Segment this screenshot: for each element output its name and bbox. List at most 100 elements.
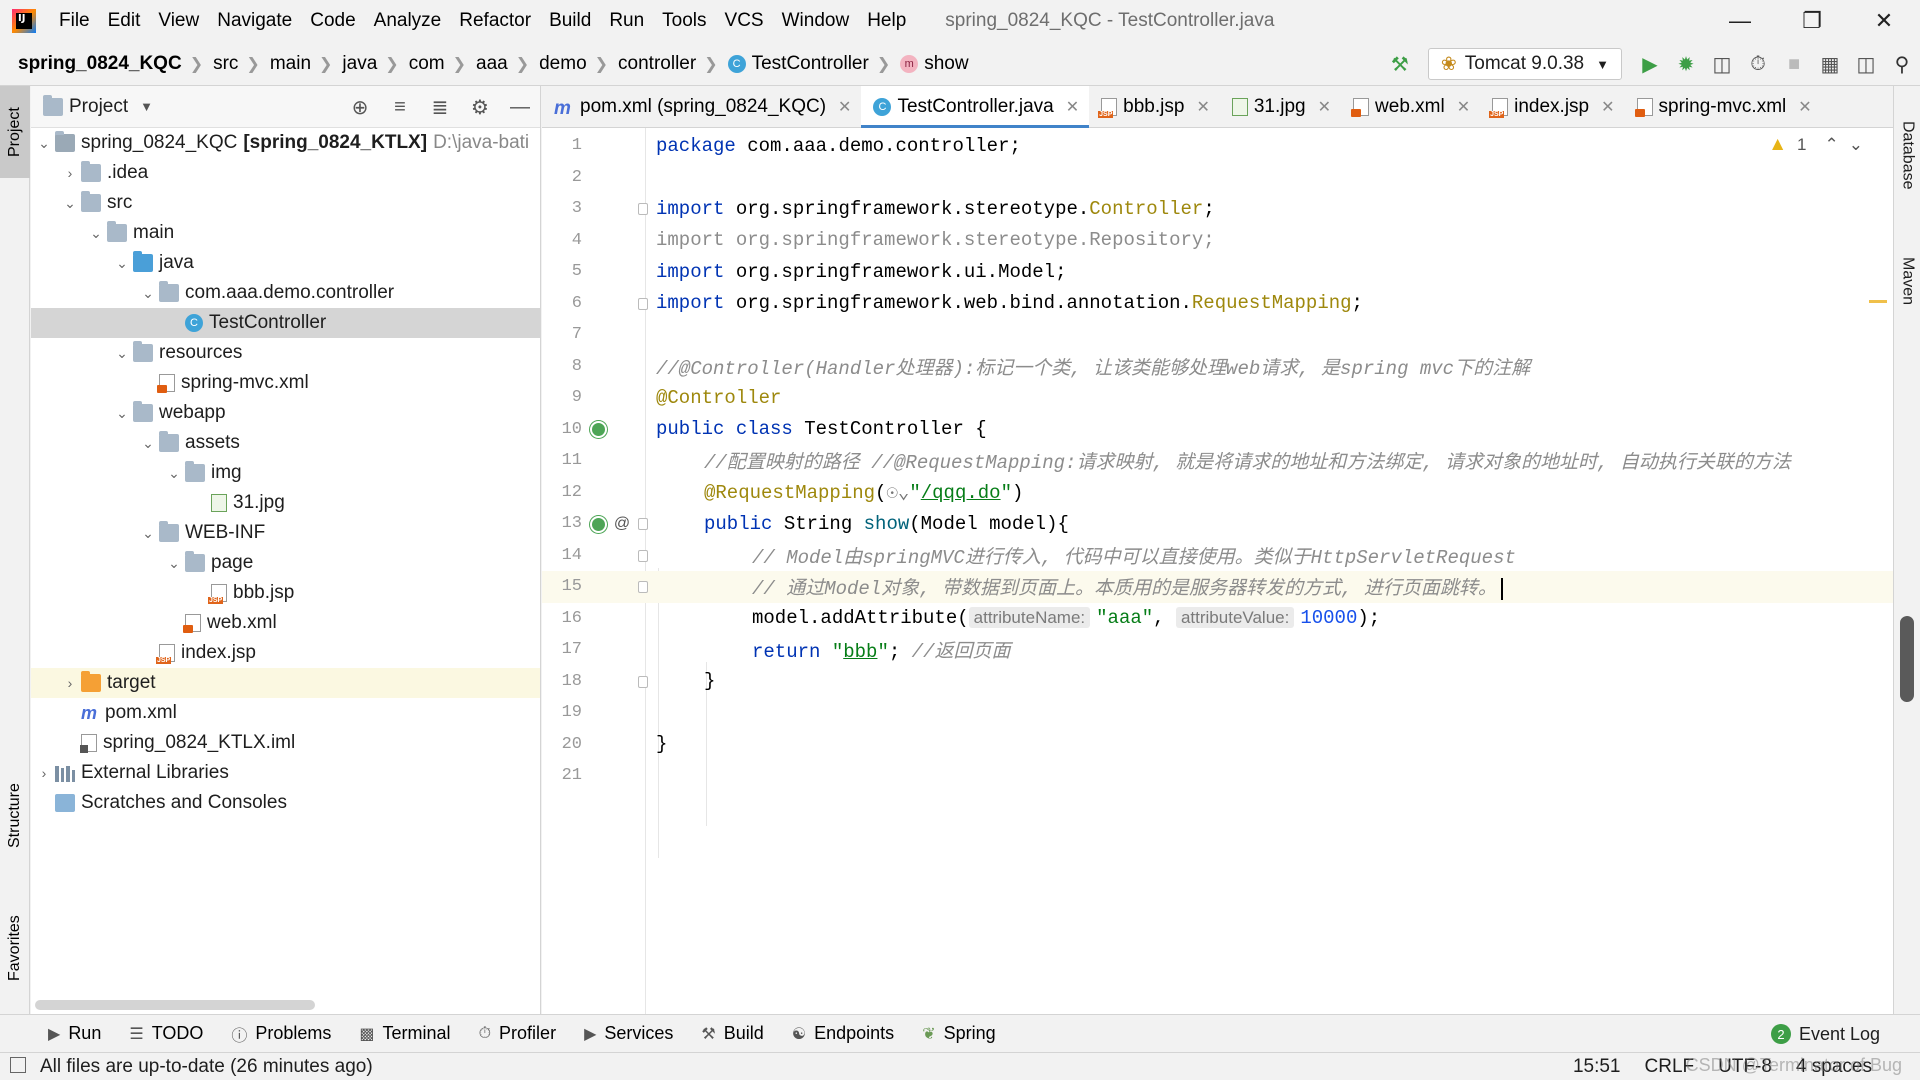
menu-build[interactable]: Build bbox=[540, 10, 600, 32]
breadcrumb-project[interactable]: spring_0824_KQC ❯ bbox=[0, 53, 203, 75]
restore-button[interactable]: ❐ bbox=[1776, 0, 1848, 42]
fold-marker-icon[interactable] bbox=[638, 549, 648, 562]
tab-structure-tool[interactable]: Structure bbox=[0, 766, 30, 866]
chevron-down-icon[interactable]: ⌄ bbox=[137, 435, 159, 452]
menu-refactor[interactable]: Refactor bbox=[450, 10, 540, 32]
layout-icon[interactable]: ◫ bbox=[1848, 46, 1884, 82]
close-window-button[interactable]: ✕ bbox=[1848, 0, 1920, 42]
event-log-button[interactable]: 2 Event Log bbox=[1770, 1015, 1880, 1053]
tab-web-xml[interactable]: web.xml ✕ bbox=[1341, 86, 1480, 128]
chevron-down-icon[interactable]: ⌄ bbox=[163, 465, 185, 482]
tab-favorites-tool[interactable]: Favorites bbox=[0, 898, 30, 998]
tree-item-web-xml[interactable]: web.xml bbox=[31, 608, 540, 638]
tool-services[interactable]: ▶ Services bbox=[584, 1023, 673, 1044]
toggle-tool-windows-icon[interactable] bbox=[10, 1057, 26, 1073]
breadcrumb-main[interactable]: main ❯ bbox=[260, 53, 333, 75]
url-link[interactable]: /qqq.do bbox=[921, 482, 1001, 504]
breadcrumb-aaa[interactable]: aaa ❯ bbox=[466, 53, 529, 75]
run-icon[interactable]: ▶ bbox=[1632, 46, 1668, 82]
project-structure-icon[interactable]: ▦ bbox=[1812, 46, 1848, 82]
menu-vcs[interactable]: VCS bbox=[716, 10, 773, 32]
fold-marker-icon[interactable] bbox=[638, 518, 648, 530]
close-tab-icon[interactable]: ✕ bbox=[1196, 97, 1209, 117]
chevron-down-icon[interactable]: ⌄ bbox=[111, 345, 133, 362]
tree-item-spring-mvc-xml[interactable]: spring-mvc.xml bbox=[31, 368, 540, 398]
menu-help[interactable]: Help bbox=[858, 10, 915, 32]
tree-item-scratches[interactable]: Scratches and Consoles bbox=[31, 788, 540, 818]
tab-testcontroller-java[interactable]: C TestController.java ✕ bbox=[861, 86, 1090, 129]
close-tab-icon[interactable]: ✕ bbox=[1457, 97, 1470, 117]
tool-endpoints[interactable]: ☯ Endpoints bbox=[792, 1023, 894, 1044]
gear-icon[interactable]: ⚙ bbox=[460, 89, 500, 125]
build-hammer-icon[interactable]: ⚒ bbox=[1382, 46, 1418, 82]
breadcrumb-src[interactable]: src ❯ bbox=[203, 53, 260, 75]
at-sign-icon[interactable]: @ bbox=[612, 514, 632, 534]
chevron-down-icon[interactable]: ⌄ bbox=[163, 555, 185, 572]
profile-icon[interactable]: ⏱ bbox=[1740, 46, 1776, 82]
tree-item-package[interactable]: ⌄ com.aaa.demo.controller bbox=[31, 278, 540, 308]
tree-item-main[interactable]: ⌄ main bbox=[31, 218, 540, 248]
tree-item-index-jsp[interactable]: index.jsp bbox=[31, 638, 540, 668]
horizontal-scrollbar[interactable] bbox=[35, 1000, 315, 1010]
tree-item-iml[interactable]: spring_0824_KTLX.iml bbox=[31, 728, 540, 758]
tree-item-bbb-jsp[interactable]: bbb.jsp bbox=[31, 578, 540, 608]
tree-item-testcontroller[interactable]: C TestController bbox=[31, 308, 540, 338]
fold-marker-icon[interactable] bbox=[638, 203, 648, 215]
search-icon[interactable]: ⚲ bbox=[1884, 46, 1920, 82]
close-tab-icon[interactable]: ✕ bbox=[838, 97, 851, 117]
scrollbar-thumb[interactable] bbox=[1900, 616, 1914, 702]
menu-window[interactable]: Window bbox=[773, 10, 859, 32]
chevron-down-icon[interactable]: ⌄ bbox=[111, 255, 133, 272]
chevron-down-icon[interactable]: ⌄ bbox=[85, 225, 107, 242]
chevron-right-icon[interactable]: › bbox=[33, 765, 55, 781]
tab-31-jpg[interactable]: 31.jpg ✕ bbox=[1220, 86, 1341, 128]
fold-marker-icon[interactable] bbox=[638, 675, 648, 688]
tab-spring-mvc-xml[interactable]: spring-mvc.xml ✕ bbox=[1625, 86, 1822, 128]
tool-build[interactable]: ⚒ Build bbox=[701, 1023, 763, 1044]
breadcrumb-show[interactable]: m show bbox=[890, 53, 969, 75]
spring-endpoint-gutter-icon[interactable] bbox=[588, 514, 608, 534]
breadcrumb-testcontroller[interactable]: C TestController ❯ bbox=[718, 53, 890, 75]
tree-item-java[interactable]: ⌄ java bbox=[31, 248, 540, 278]
caret-position[interactable]: 15:51 bbox=[1573, 1056, 1621, 1078]
tree-item-img[interactable]: ⌄ img bbox=[31, 458, 540, 488]
tree-item-webapp[interactable]: ⌄ webapp bbox=[31, 398, 540, 428]
chevron-down-icon[interactable]: ⌄ bbox=[137, 525, 159, 542]
breadcrumb-java[interactable]: java ❯ bbox=[332, 53, 398, 75]
minimize-button[interactable]: — bbox=[1704, 0, 1776, 42]
locate-icon[interactable]: ⊕ bbox=[340, 89, 380, 125]
breadcrumb-demo[interactable]: demo ❯ bbox=[529, 53, 608, 75]
collapse-all-icon[interactable]: ≣ bbox=[420, 89, 460, 125]
tree-item-idea[interactable]: › .idea bbox=[31, 158, 540, 188]
code-area[interactable]: ▲ 1 ⌃ ⌄ 1 package com.aaa.demo.controlle… bbox=[542, 128, 1893, 1014]
menu-view[interactable]: View bbox=[149, 10, 208, 32]
tree-item-pom-xml[interactable]: m pom.xml bbox=[31, 698, 540, 728]
tab-database-tool[interactable]: Database bbox=[1894, 100, 1920, 210]
close-tab-icon[interactable]: ✕ bbox=[1798, 97, 1811, 117]
debug-icon[interactable]: ✹ bbox=[1668, 46, 1704, 82]
project-view-select[interactable]: Project ▼ bbox=[39, 94, 153, 118]
chevron-down-icon[interactable]: ⌄ bbox=[137, 285, 159, 302]
close-tab-icon[interactable]: ✕ bbox=[1601, 97, 1614, 117]
menu-file[interactable]: File bbox=[50, 10, 99, 32]
fold-marker-icon[interactable] bbox=[638, 581, 648, 593]
chevron-right-icon[interactable]: › bbox=[59, 675, 81, 691]
tool-spring[interactable]: ❦ Spring bbox=[922, 1023, 995, 1044]
tree-item-resources[interactable]: ⌄ resources bbox=[31, 338, 540, 368]
stop-icon[interactable]: ■ bbox=[1776, 46, 1812, 82]
tree-item-src[interactable]: ⌄ src bbox=[31, 188, 540, 218]
breadcrumb-com[interactable]: com ❯ bbox=[399, 53, 466, 75]
globe-icon[interactable]: ☉⌄ bbox=[886, 482, 909, 504]
breadcrumb-controller[interactable]: controller ❯ bbox=[608, 53, 718, 75]
close-tab-icon[interactable]: ✕ bbox=[1318, 97, 1331, 117]
tree-item-page[interactable]: ⌄ page bbox=[31, 548, 540, 578]
menu-navigate[interactable]: Navigate bbox=[208, 10, 301, 32]
tool-run[interactable]: ▶ Run bbox=[48, 1023, 101, 1044]
expand-all-icon[interactable]: ≡ bbox=[380, 89, 420, 125]
tab-index-jsp[interactable]: index.jsp✕ bbox=[1480, 86, 1624, 128]
coverage-icon[interactable]: ◫ bbox=[1704, 46, 1740, 82]
tree-item-project-root[interactable]: ⌄ spring_0824_KQC [spring_0824_KTLX] D:\… bbox=[31, 128, 540, 158]
tool-terminal[interactable]: ▩ Terminal bbox=[359, 1023, 450, 1044]
menu-edit[interactable]: Edit bbox=[99, 10, 150, 32]
menu-tools[interactable]: Tools bbox=[653, 10, 715, 32]
